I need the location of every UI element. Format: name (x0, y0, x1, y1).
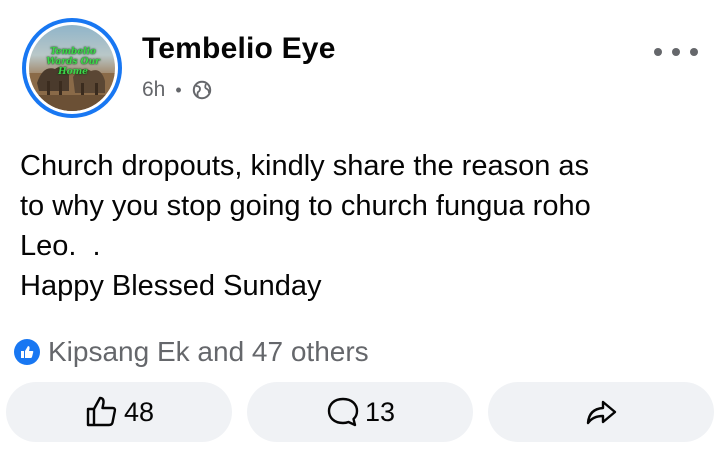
share-button[interactable] (488, 382, 714, 442)
more-dots-icon[interactable] (654, 42, 698, 62)
like-button[interactable]: 48 (6, 382, 232, 442)
reactions-text: Kipsang Ek and 47 others (48, 336, 369, 367)
post-text-line: to why you stop going to church fungua r… (20, 190, 591, 222)
post-time[interactable]: 6h (142, 78, 165, 102)
post-meta: 6h • (142, 78, 212, 102)
post-text-line: Church dropouts, kindly share the reason… (20, 150, 590, 182)
action-bar: 48 13 (6, 382, 714, 442)
thumbs-up-icon (86, 396, 117, 427)
meta-separator: • (175, 79, 182, 100)
avatar-caption: Tembelio Wards Our Home (46, 47, 100, 77)
globe-icon (192, 80, 211, 100)
post-text-line: Happy Blessed Sunday (20, 270, 322, 302)
post-text: Church dropouts, kindly share the reason… (20, 146, 710, 306)
author-name[interactable]: Tembelio Eye (142, 32, 336, 66)
comment-button[interactable]: 13 (247, 382, 473, 442)
post-text-line: Leo. . (20, 230, 101, 262)
comment-count: 13 (364, 396, 396, 427)
reactions-summary[interactable]: Kipsang Ek and 47 others (14, 333, 369, 371)
share-arrow-icon (586, 400, 617, 425)
comment-bubble-icon (327, 397, 359, 427)
avatar[interactable]: Tembelio Wards Our Home (22, 18, 122, 118)
post-header: Tembelio Wards Our Home Tembelio Eye 6h … (22, 18, 698, 118)
avatar-image: Tembelio Wards Our Home (29, 25, 115, 111)
like-count: 48 (123, 396, 155, 427)
like-reaction-icon (14, 339, 40, 365)
